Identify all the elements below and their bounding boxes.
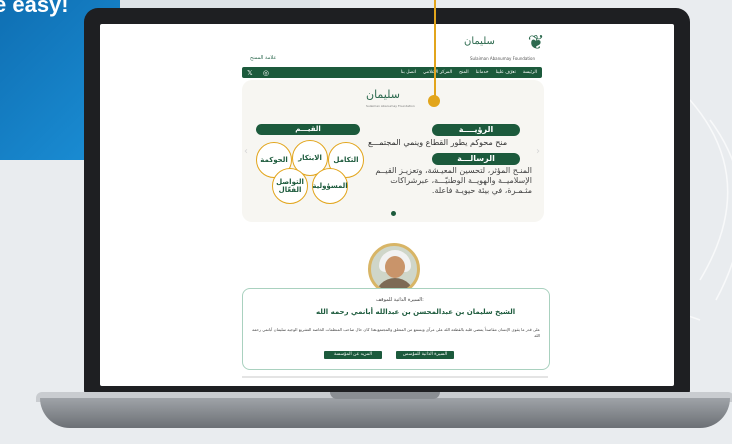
nav-item-home[interactable]: الرئيسة: [523, 70, 537, 75]
nav-item-about[interactable]: تعرّف علينا: [496, 70, 516, 75]
founder-bio-text: على قدر ما يقوى الإنسان مقاصداً يمضي قلب…: [252, 327, 540, 338]
social-icons[interactable]: 𝕏 ◎: [247, 69, 273, 77]
nav-items: الرئيسة تعرّف علينا خدماتنا المنح المركز…: [401, 70, 537, 75]
brand-label[interactable]: علامة الممنح: [250, 55, 276, 61]
foundation-logo-text: سليمان: [464, 36, 495, 47]
callout-pin-dot: [428, 95, 440, 107]
slider-next-icon[interactable]: ›: [536, 146, 540, 157]
hero-logo-subtitle: Sulaiman Abanumay Foundation: [366, 104, 415, 108]
nav-item-media[interactable]: المركز الإعلامي: [423, 70, 452, 75]
nav-item-grants[interactable]: المنح: [459, 70, 469, 75]
slider-prev-icon[interactable]: ‹: [244, 146, 248, 157]
value-responsibility: المسؤولية: [312, 168, 348, 204]
divider: [242, 376, 548, 378]
main-navbar: 𝕏 ◎ الرئيسة تعرّف علينا خدماتنا المنح ال…: [242, 67, 542, 78]
foundation-logo-subtitle: Sulaiman Abanumay Foundation: [470, 56, 536, 61]
nav-item-contact[interactable]: اتصل بنا: [401, 70, 416, 75]
value-communication: التواصل الفعّال: [272, 168, 308, 204]
vision-text: منح محوكم يطور القطاع وينمي المجتمـــع: [368, 138, 508, 147]
laptop-base: [40, 398, 730, 428]
callout-pin-line: [434, 0, 436, 98]
vision-title: الرؤيــــة: [432, 124, 520, 136]
nav-item-services[interactable]: خدماتنا: [476, 70, 489, 75]
founder-name: الشيخ سليمان بن عبدالمحسن بن عبدالله أبا…: [316, 308, 516, 316]
founder-bio-label: السيرة الذاتية للموقف:: [376, 297, 424, 303]
founder-cv-button[interactable]: السيرة الذاتية للمؤسس: [396, 351, 454, 359]
more-about-foundation-button[interactable]: المزيد عن المؤسسة: [324, 351, 382, 359]
carousel-dot[interactable]: [391, 211, 396, 216]
mission-text: المنـح المؤثر، لتحسين المعيـشة، وتعزيـز …: [375, 166, 532, 195]
values-title: القيـــم: [256, 124, 360, 135]
mission-title: الرسالـــة: [432, 153, 520, 165]
laptop-notch: [330, 392, 440, 399]
hero-logo-text: سليمان: [366, 88, 400, 101]
